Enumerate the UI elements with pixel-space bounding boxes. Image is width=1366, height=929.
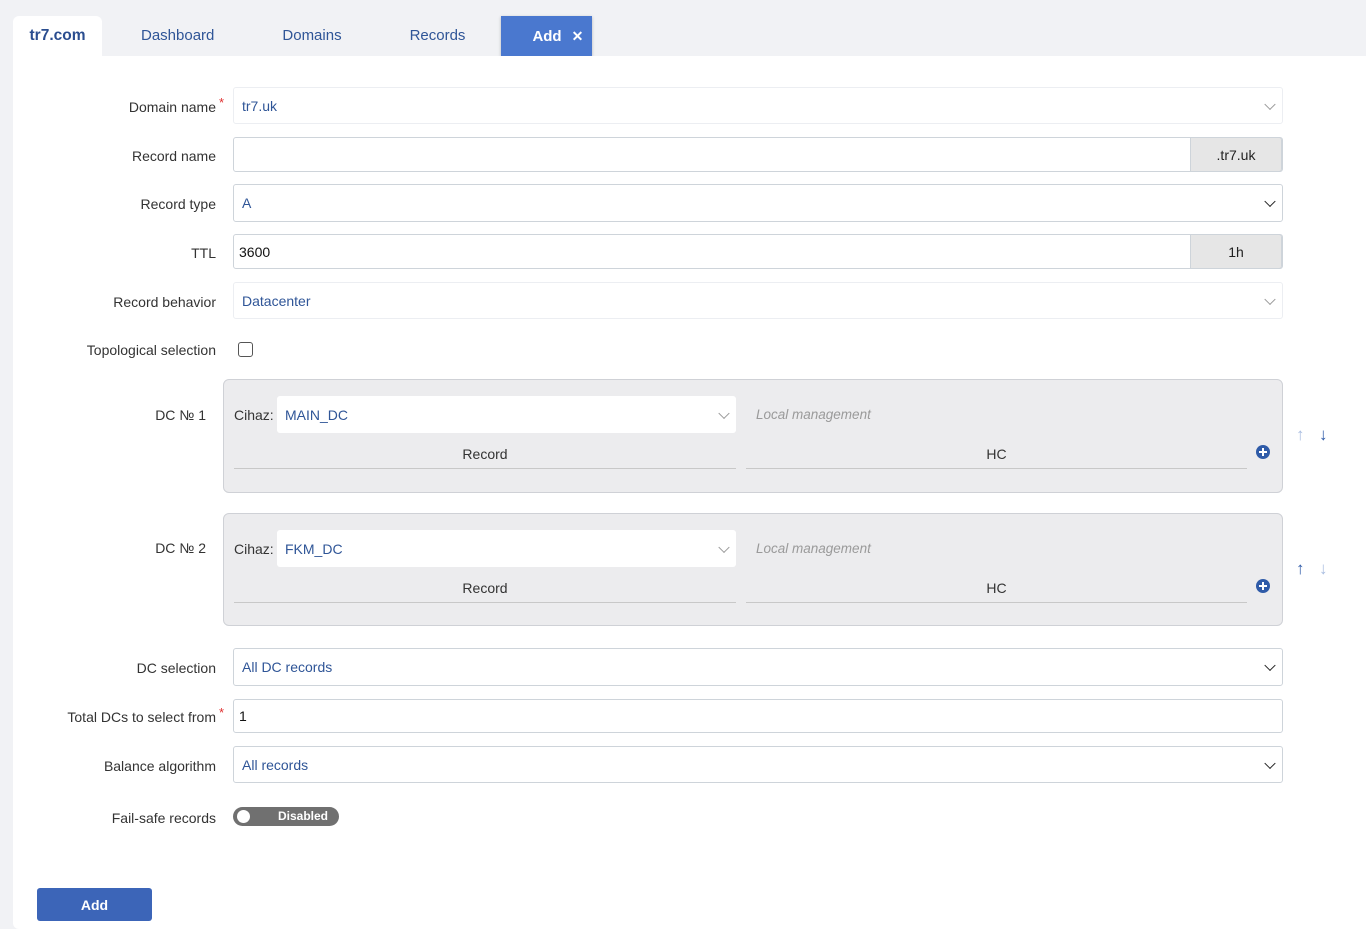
record-name-row: Record name .tr7.uk [13, 137, 1366, 172]
dc2-card: Cihaz: FKM_DC Local management Record HC [223, 513, 1283, 626]
record-behavior-select[interactable]: Datacenter [233, 282, 1283, 319]
record-name-input[interactable]: .tr7.uk [233, 137, 1283, 172]
balance-algorithm-value: All records [242, 756, 309, 773]
required-mark: * [218, 95, 224, 110]
record-name-label: Record name [131, 148, 216, 164]
total-dcs-label: Total DCs to select from * [67, 705, 224, 725]
chevron-down-icon [718, 541, 730, 553]
dc1-cihaz-value: MAIN_DC [285, 406, 349, 423]
dc2-arrow-down-icon[interactable]: ↓ [1319, 559, 1328, 579]
dc-selection-value: All DC records [242, 659, 333, 675]
total-dcs-label-text: Total DCs to select from [67, 709, 216, 725]
dc1-label: DC № 1 [155, 407, 206, 423]
dc1-cihaz-label: Cihaz: [234, 407, 274, 423]
chevron-down-icon [1264, 98, 1276, 110]
total-dcs-row: Total DCs to select from * 1 [13, 699, 1366, 733]
ttl-input[interactable]: 3600 1h [233, 234, 1283, 269]
domain-name-label: Domain name * [128, 95, 224, 115]
dc1-hc-column: HC [746, 446, 1247, 469]
toggle-knob [237, 810, 250, 823]
ttl-row: TTL 3600 1h [13, 234, 1366, 269]
chevron-down-icon [718, 407, 730, 419]
chevron-down-icon [1264, 659, 1276, 672]
dc-selection-label: DC selection [136, 660, 216, 676]
balance-algorithm-label: Balance algorithm [103, 758, 216, 774]
dc1-local-management: Local management [756, 407, 871, 422]
dc-selection-select[interactable]: All DC records [233, 648, 1283, 686]
dc1-card: Cihaz: MAIN_DC Local management Record H… [223, 379, 1283, 493]
record-behavior-label: Record behavior [113, 294, 216, 310]
dc2-label: DC № 2 [155, 540, 206, 556]
fail-safe-label: Fail-safe records [111, 810, 216, 826]
balance-algorithm-select[interactable]: All records [233, 746, 1283, 783]
form-panel: Domain name * tr7.uk Record name .tr7.uk… [13, 56, 1366, 929]
record-behavior-value: Datacenter [242, 292, 311, 309]
total-dcs-value: 1 [239, 708, 247, 724]
toggle-text: Disabled [278, 809, 329, 823]
topological-label: Topological selection [86, 342, 216, 358]
tab-bar: tr7.com Dashboard Domains Records Add ✕ [13, 16, 593, 56]
dc2-cihaz-label: Cihaz: [234, 541, 274, 557]
record-behavior-row: Record behavior Datacenter [13, 282, 1366, 319]
tab-add-label: Add [532, 28, 562, 45]
domain-name-value: tr7.uk [242, 97, 278, 114]
required-mark: * [218, 705, 224, 720]
chevron-down-icon [1264, 293, 1276, 305]
total-dcs-input[interactable]: 1 [233, 699, 1283, 733]
tab-dashboard[interactable]: Dashboard [107, 16, 248, 56]
record-type-row: Record type A [13, 184, 1366, 222]
ttl-suffix: 1h [1190, 234, 1282, 269]
tab-add[interactable]: Add ✕ [501, 16, 593, 56]
domain-name-select[interactable]: tr7.uk [233, 87, 1283, 124]
ttl-value: 3600 [239, 243, 271, 260]
fail-safe-toggle[interactable]: Disabled [233, 807, 339, 826]
add-button[interactable]: Add [37, 888, 152, 921]
dc2-arrow-up-icon[interactable]: ↑ [1296, 559, 1305, 579]
record-type-label: Record type [140, 196, 216, 212]
dc1-arrow-down-icon[interactable]: ↓ [1319, 425, 1328, 445]
topological-row: Topological selection [13, 340, 1366, 360]
dc1-cihaz-select[interactable]: MAIN_DC [277, 396, 736, 433]
dc2-record-column: Record [234, 580, 736, 603]
dc2-local-management: Local management [756, 541, 871, 556]
tab-brand[interactable]: tr7.com [13, 16, 102, 56]
topological-checkbox[interactable] [238, 342, 253, 357]
add-circle-icon[interactable] [1256, 445, 1270, 459]
close-icon[interactable]: ✕ [572, 28, 584, 44]
tab-domains[interactable]: Domains [248, 16, 375, 56]
dc1-record-column: Record [234, 446, 736, 469]
dc2-cihaz-value: FKM_DC [285, 540, 343, 557]
tab-records[interactable]: Records [376, 16, 500, 56]
add-circle-icon[interactable] [1256, 579, 1270, 593]
dc2-hc-column: HC [746, 580, 1247, 603]
ttl-label: TTL [191, 245, 216, 261]
record-type-value: A [242, 195, 252, 211]
domain-name-label-text: Domain name [128, 99, 216, 115]
fail-safe-row: Fail-safe records Disabled [13, 806, 1366, 826]
balance-algorithm-row: Balance algorithm All records [13, 746, 1366, 783]
record-type-select[interactable]: A [233, 184, 1283, 222]
dc1-arrow-up-icon[interactable]: ↑ [1296, 425, 1305, 445]
chevron-down-icon [1264, 757, 1276, 769]
domain-name-row: Domain name * tr7.uk [13, 87, 1366, 124]
chevron-down-icon [1264, 195, 1276, 208]
record-name-suffix: .tr7.uk [1190, 137, 1282, 172]
dc2-cihaz-select[interactable]: FKM_DC [277, 530, 736, 567]
dc-selection-row: DC selection All DC records [13, 648, 1366, 686]
